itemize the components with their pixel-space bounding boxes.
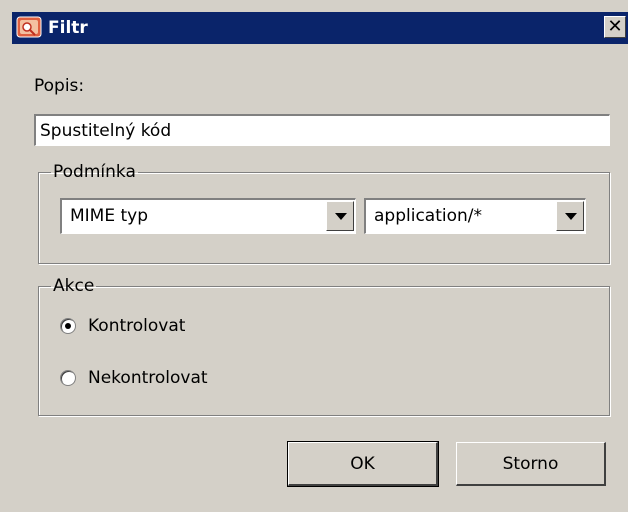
ok-button[interactable]: OK [288,442,438,486]
radio-label-no-check: Nekontrolovat [88,368,208,388]
action-group: Akce [38,276,610,416]
app-icon [16,16,44,40]
radio-option-check[interactable]: Kontrolovat [60,316,185,336]
title-bar[interactable]: Filtr ✕ [12,12,628,44]
chevron-down-icon [565,213,577,220]
radio-button-check[interactable] [60,318,76,334]
close-icon: ✕ [607,16,623,37]
close-button[interactable]: ✕ [604,16,626,38]
radio-option-no-check[interactable]: Nekontrolovat [60,368,208,388]
condition-type-value: MIME typ [70,206,149,226]
filter-dialog: Filtr ✕ Popis: Podmínka MIME typ applica… [0,0,628,512]
radio-button-no-check[interactable] [60,370,76,386]
condition-type-select[interactable]: MIME typ [60,198,356,234]
action-legend: Akce [53,276,95,296]
condition-value-dropdown-button[interactable] [556,201,584,231]
window-title: Filtr [48,18,88,38]
condition-value-text: application/* [374,206,483,226]
condition-legend: Podmínka [53,162,136,182]
radio-label-check: Kontrolovat [88,316,186,336]
condition-value-select[interactable]: application/* [364,198,586,234]
description-label: Popis: [34,76,85,96]
condition-type-dropdown-button[interactable] [326,201,354,231]
chevron-down-icon [335,213,347,220]
cancel-button[interactable]: Storno [456,442,606,486]
description-input[interactable] [34,114,610,146]
